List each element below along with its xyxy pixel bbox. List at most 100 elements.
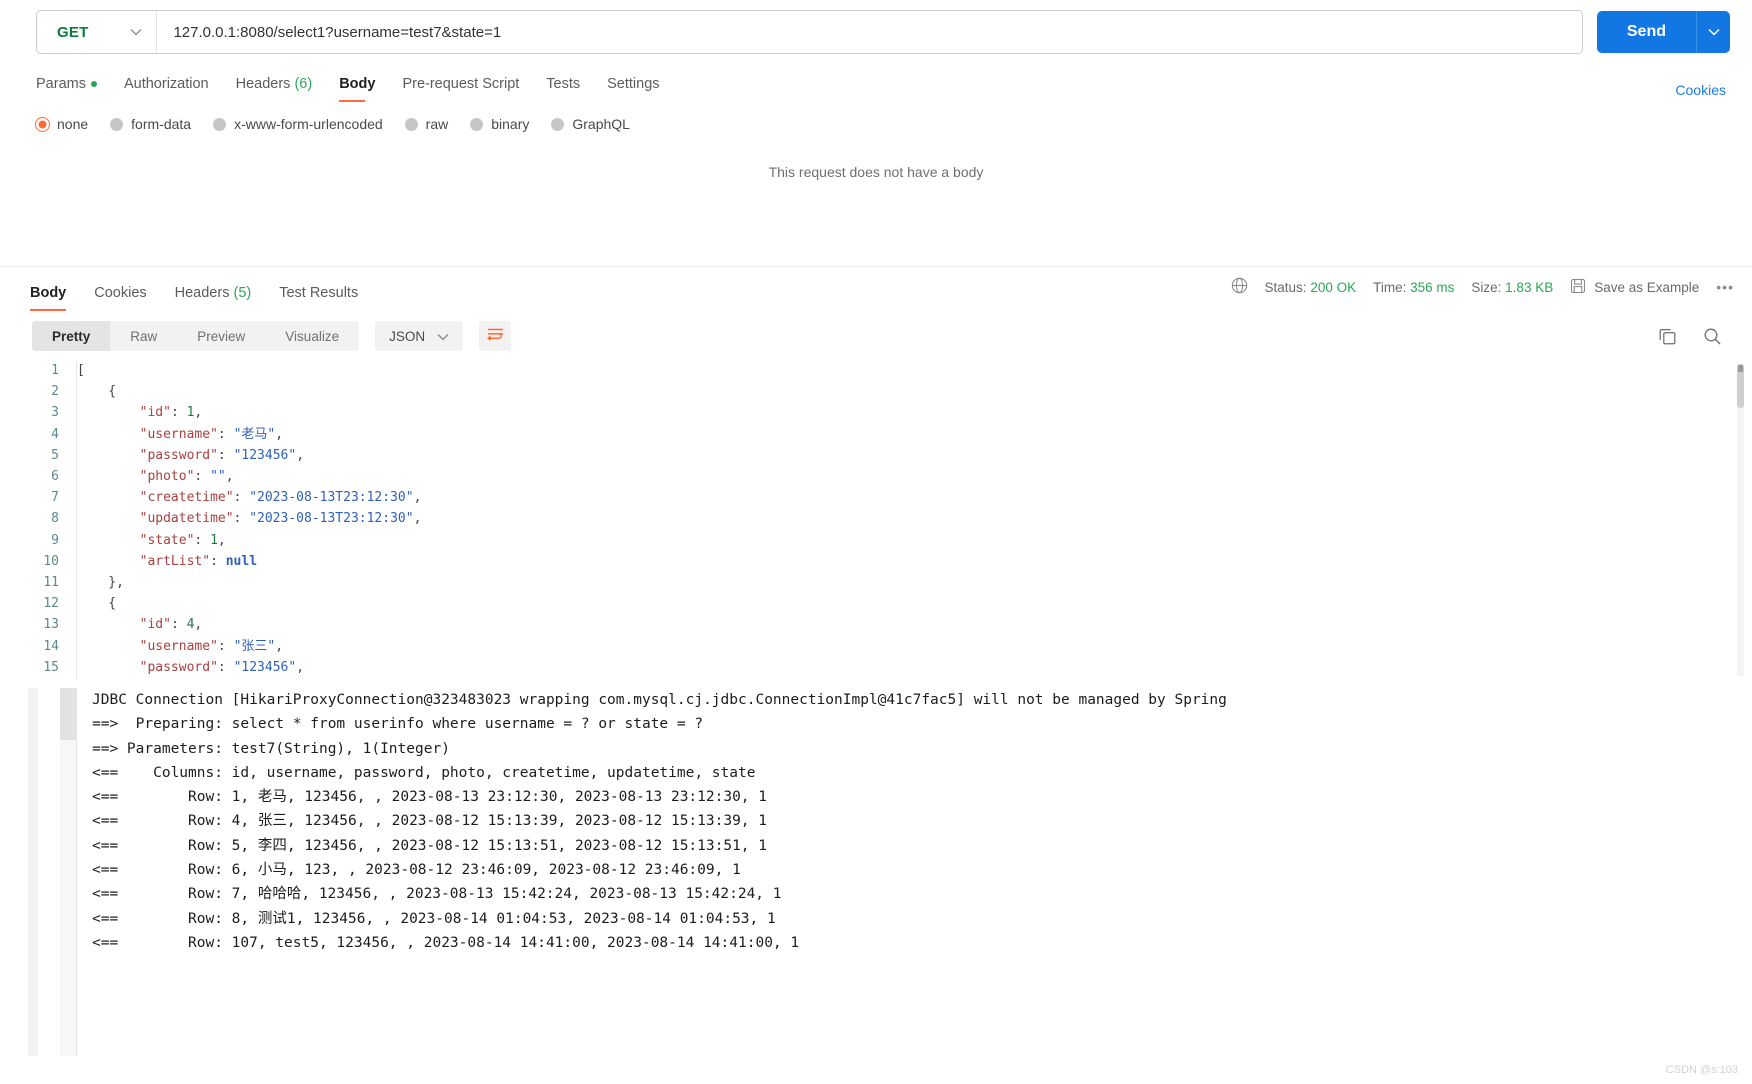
console-left-strip bbox=[28, 688, 38, 1056]
json-line-content: "id": 1, bbox=[139, 405, 203, 421]
http-method-selector[interactable]: GET bbox=[37, 11, 156, 53]
response-tab-body-label: Body bbox=[30, 285, 67, 301]
send-options-caret-icon[interactable] bbox=[1696, 11, 1730, 53]
body-type-binary[interactable]: binary bbox=[470, 116, 529, 132]
line-number: 2 bbox=[51, 384, 59, 400]
json-scrollbar-track[interactable] bbox=[1737, 364, 1744, 676]
viewer-mode-pretty[interactable]: Pretty bbox=[32, 321, 111, 351]
status-value: 200 OK bbox=[1310, 279, 1357, 295]
line-number: 9 bbox=[51, 532, 59, 548]
line-number: 4 bbox=[51, 426, 59, 442]
json-line-content: "artList": null bbox=[139, 553, 258, 569]
tab-settings[interactable]: Settings bbox=[607, 76, 676, 102]
chevron-down-icon bbox=[130, 26, 142, 38]
cookies-link[interactable]: Cookies bbox=[1675, 82, 1726, 98]
tab-pre-request-script-label: Pre-request Script bbox=[402, 76, 520, 92]
response-tab-cookies-label: Cookies bbox=[94, 285, 147, 301]
json-line-content: "id": 4, bbox=[139, 617, 203, 633]
json-line-content: "photo": "", bbox=[139, 469, 234, 485]
body-type-form-data[interactable]: form-data bbox=[110, 116, 191, 132]
console-log-line: ==> Parameters: test7(String), 1(Integer… bbox=[92, 740, 450, 757]
response-body-json[interactable]: 1[2 {3 "id": 1, 4 "username": "老马", 5 "pas… bbox=[0, 360, 1752, 680]
send-button[interactable]: Send bbox=[1596, 11, 1696, 53]
unsaved-dot-icon bbox=[90, 81, 97, 88]
json-line: 4 "username": "老马", bbox=[0, 423, 1752, 445]
viewer-actions bbox=[1658, 327, 1752, 346]
tab-pre-request-script[interactable]: Pre-request Script bbox=[402, 76, 536, 102]
viewer-mode-raw[interactable]: Raw bbox=[110, 321, 177, 351]
ide-console-panel[interactable]: JDBC Connection [HikariProxyConnection@3… bbox=[0, 680, 1752, 1084]
tab-authorization-label: Authorization bbox=[123, 76, 209, 92]
response-tab-test-results[interactable]: Test Results bbox=[279, 285, 358, 311]
body-type-graphql-label: GraphQL bbox=[572, 116, 630, 132]
wrap-lines-button[interactable] bbox=[479, 321, 512, 351]
json-line-content: [ bbox=[77, 363, 85, 378]
url-input[interactable] bbox=[157, 11, 1582, 53]
viewer-mode-preview[interactable]: Preview bbox=[177, 321, 265, 351]
tab-params-label: Params bbox=[36, 76, 86, 92]
console-gutter-thumb[interactable] bbox=[60, 688, 76, 740]
json-line-content: { bbox=[77, 596, 117, 612]
console-log-line: <== Row: 6, 小马, 123, , 2023-08-12 23:46:… bbox=[92, 862, 741, 879]
copy-icon[interactable] bbox=[1658, 327, 1677, 346]
console-log-line: <== Row: 5, 李四, 123456, , 2023-08-12 15:… bbox=[92, 837, 768, 854]
tab-params[interactable]: Params bbox=[36, 76, 114, 102]
json-line-content: "password": "123456", bbox=[139, 447, 305, 463]
console-log-line: <== Row: 107, test5, 123456, , 2023-08-1… bbox=[92, 934, 800, 951]
time-value: 356 ms bbox=[1410, 279, 1455, 295]
time-label: Time: bbox=[1373, 279, 1407, 295]
wrap-lines-icon bbox=[486, 327, 504, 346]
body-type-radio-group: none form-data x-www-form-urlencoded raw… bbox=[0, 102, 1752, 132]
body-type-none[interactable]: none bbox=[36, 116, 88, 132]
json-line: 3 "id": 1, bbox=[0, 402, 1752, 424]
time-block: Time: 356 ms bbox=[1373, 280, 1454, 295]
radio-icon bbox=[36, 117, 49, 131]
save-as-example-label: Save as Example bbox=[1594, 279, 1700, 295]
radio-icon bbox=[551, 117, 565, 131]
body-type-raw[interactable]: raw bbox=[404, 116, 448, 132]
tab-headers-label: Headers bbox=[235, 76, 291, 92]
viewer-mode-visualize[interactable]: Visualize bbox=[265, 321, 359, 351]
console-gutter bbox=[60, 688, 77, 1056]
tab-body[interactable]: Body bbox=[339, 76, 392, 102]
response-format-label: JSON bbox=[389, 328, 426, 344]
response-tab-cookies[interactable]: Cookies bbox=[94, 285, 146, 311]
tab-tests-label: Tests bbox=[546, 76, 581, 92]
line-number: 6 bbox=[51, 469, 59, 485]
json-line: 8 "updatetime": "2023-08-13T23:12:30", bbox=[0, 508, 1752, 530]
json-line: 15 "password": "123456", bbox=[0, 656, 1752, 679]
globe-icon bbox=[1231, 277, 1248, 297]
postman-window: GET Send Params Authorization Headers (6… bbox=[0, 0, 1752, 1084]
json-line-content: "updatetime": "2023-08-13T23:12:30", bbox=[139, 511, 422, 527]
tab-tests[interactable]: Tests bbox=[546, 76, 597, 102]
body-type-graphql[interactable]: GraphQL bbox=[551, 116, 630, 132]
response-format-selector[interactable]: JSON bbox=[375, 321, 464, 351]
response-tab-body[interactable]: Body bbox=[30, 285, 67, 311]
body-type-none-label: none bbox=[57, 116, 89, 132]
console-log-text: JDBC Connection [HikariProxyConnection@3… bbox=[92, 688, 1752, 955]
viewer-mode-segmented: Pretty Raw Preview Visualize bbox=[32, 321, 360, 351]
response-tab-headers-count: (5) bbox=[233, 285, 252, 301]
json-line-content: "password": "123456", bbox=[139, 659, 305, 675]
save-as-example-button[interactable]: Save as Example bbox=[1570, 278, 1699, 297]
tab-headers[interactable]: Headers (6) bbox=[236, 76, 330, 102]
body-type-urlencoded[interactable]: x-www-form-urlencoded bbox=[213, 116, 383, 132]
json-line-content: "username": "张三", bbox=[139, 638, 284, 654]
line-number: 3 bbox=[51, 405, 59, 421]
json-line: 11 }, bbox=[0, 572, 1752, 594]
radio-icon bbox=[213, 117, 227, 131]
line-number: 7 bbox=[51, 490, 59, 506]
size-value: 1.83 KB bbox=[1505, 279, 1554, 295]
tab-authorization[interactable]: Authorization bbox=[124, 76, 226, 102]
tab-headers-count: (6) bbox=[294, 76, 313, 92]
console-log-line: <== Row: 4, 张三, 123456, , 2023-08-12 15:… bbox=[92, 813, 768, 830]
response-tab-headers[interactable]: Headers (5) bbox=[175, 285, 252, 311]
search-icon[interactable] bbox=[1703, 327, 1722, 346]
json-line: 9 "state": 1, bbox=[0, 529, 1752, 551]
json-line: 5 "password": "123456", bbox=[0, 444, 1752, 467]
json-line: 7 "createtime": "2023-08-13T23:12:30", bbox=[0, 487, 1752, 509]
json-line-content: "state": 1, bbox=[139, 532, 226, 548]
console-log-line: ==> Preparing: select * from userinfo wh… bbox=[92, 716, 704, 733]
json-line: 13 "id": 4, bbox=[0, 614, 1752, 636]
response-more-options-icon[interactable]: ••• bbox=[1716, 279, 1734, 295]
